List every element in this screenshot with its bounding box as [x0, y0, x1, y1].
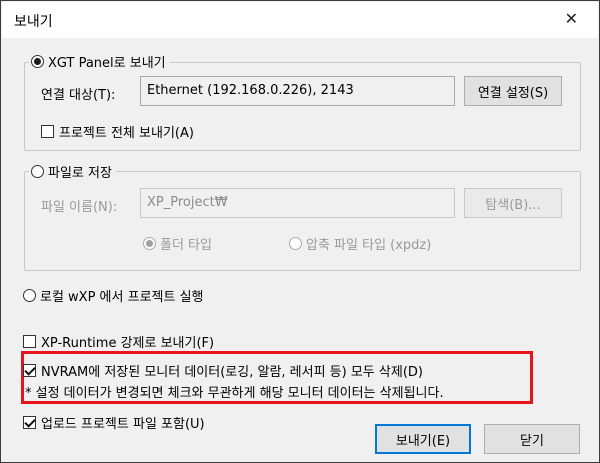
send-all-checkbox-box[interactable] [41, 125, 54, 138]
local-run-radio[interactable]: 로컬 wXP 에서 프로젝트 실행 [23, 286, 204, 305]
dialog-title: 보내기 [14, 14, 53, 30]
connection-settings-button[interactable]: 연결 설정(S) [464, 76, 562, 106]
upload-include-checkbox-box[interactable] [23, 416, 36, 429]
nvram-note: * 설정 데이터가 변경되면 체크와 무관하게 해당 모니터 데이터는 삭제됩니… [25, 386, 444, 401]
local-run-radio-button[interactable] [23, 289, 36, 302]
filename-label: 파일 이름(N): [41, 200, 118, 215]
send-button[interactable]: 보내기(E) [375, 424, 471, 454]
folder-type-radio-button[interactable] [143, 237, 156, 250]
title-bar: 보내기 ✕ [2, 2, 598, 38]
save-file-group [24, 171, 581, 271]
upload-include-label: 업로드 프로젝트 파일 포함(U) [41, 417, 205, 432]
xgt-panel-radio-button[interactable] [31, 54, 44, 68]
connection-target-field[interactable]: Ethernet (192.168.0.226), 2143 [140, 76, 455, 106]
save-file-radio[interactable]: 파일로 저장 [29, 162, 116, 181]
folder-type-label: 폴더 타입 [160, 238, 212, 253]
folder-type-radio[interactable]: 폴더 타입 [143, 234, 212, 253]
send-all-project-checkbox[interactable]: 프로젝트 전체 보내기(A) [41, 122, 194, 141]
xgt-panel-radio[interactable]: XGT Panel로 보내기 [29, 52, 170, 71]
zip-type-label: 압축 파일 타입 (xpdz) [306, 238, 432, 253]
xgt-panel-radio-label: XGT Panel로 보내기 [48, 55, 166, 71]
local-run-label: 로컬 wXP 에서 프로젝트 실행 [40, 290, 204, 305]
nvram-delete-checkbox[interactable]: NVRAM에 저장된 모니터 데이터(로깅, 알람, 레서피 등) 모두 삭제(… [23, 361, 423, 380]
close-button[interactable]: 닫기 [484, 424, 580, 454]
filename-field[interactable]: XP_Project₩ [140, 188, 455, 218]
zip-type-radio[interactable]: 압축 파일 타입 (xpdz) [289, 234, 431, 253]
save-file-radio-label: 파일로 저장 [48, 165, 112, 181]
nvram-delete-checkbox-box[interactable] [23, 364, 36, 377]
close-icon[interactable]: ✕ [565, 9, 578, 28]
send-all-label: 프로젝트 전체 보내기(A) [59, 126, 194, 141]
connection-target-label: 연결 대상(T): [41, 88, 116, 103]
upload-include-checkbox[interactable]: 업로드 프로젝트 파일 포함(U) [23, 413, 205, 432]
browse-button[interactable]: 탐색(B)... [464, 188, 562, 218]
save-file-radio-button[interactable] [31, 164, 44, 178]
xp-runtime-checkbox[interactable]: XP-Runtime 강제로 보내기(F) [23, 332, 214, 351]
xp-runtime-checkbox-box[interactable] [23, 335, 36, 348]
nvram-delete-label: NVRAM에 저장된 모니터 데이터(로깅, 알람, 레서피 등) 모두 삭제(… [41, 365, 423, 380]
xp-runtime-label: XP-Runtime 강제로 보내기(F) [41, 336, 215, 351]
send-dialog: 보내기 ✕ XGT Panel로 보내기 연결 대상(T): Ethernet … [0, 0, 600, 463]
zip-type-radio-button[interactable] [289, 237, 302, 250]
